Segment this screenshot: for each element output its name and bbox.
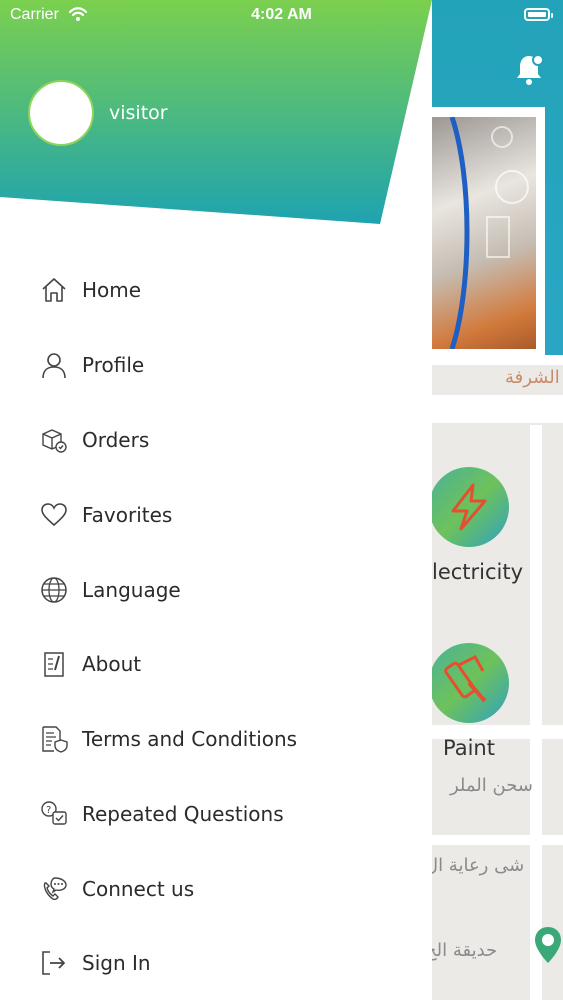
profile-icon bbox=[38, 349, 70, 381]
menu-label: About bbox=[82, 652, 142, 676]
heart-icon bbox=[38, 499, 70, 531]
notification-bell-icon[interactable] bbox=[513, 52, 545, 86]
lightning-icon bbox=[451, 483, 487, 531]
menu-item-repeated-questions[interactable]: ? Repeated Questions bbox=[0, 784, 432, 844]
menu-item-orders[interactable]: Orders bbox=[0, 410, 432, 470]
paint-roller-icon bbox=[444, 655, 487, 703]
menu-label: Profile bbox=[82, 353, 145, 377]
orders-icon bbox=[38, 424, 70, 456]
status-bar: Carrier 4:02 AM bbox=[0, 0, 563, 30]
menu-item-terms[interactable]: Terms and Conditions bbox=[0, 709, 432, 769]
menu-item-profile[interactable]: Profile bbox=[0, 335, 432, 395]
menu-item-home[interactable]: Home bbox=[0, 260, 432, 320]
category-label: Paint bbox=[443, 736, 495, 760]
map-label: الشرفة bbox=[505, 367, 560, 388]
map-label: شى رعاية ال bbox=[425, 855, 525, 876]
category-paint-button[interactable] bbox=[429, 643, 509, 723]
map-label: حديقة الح bbox=[425, 940, 498, 961]
question-chat-icon: ? bbox=[38, 798, 70, 830]
menu-label: Terms and Conditions bbox=[82, 727, 298, 751]
category-electricity-button[interactable] bbox=[429, 467, 509, 547]
status-time: 4:02 AM bbox=[251, 6, 312, 23]
map-label: سحن الملر bbox=[450, 775, 533, 796]
globe-icon bbox=[38, 574, 70, 606]
menu-item-favorites[interactable]: Favorites bbox=[0, 485, 432, 545]
menu-item-about[interactable]: About bbox=[0, 634, 432, 694]
map-pin-icon[interactable] bbox=[533, 925, 563, 965]
document-shield-icon bbox=[38, 723, 70, 755]
battery-icon bbox=[524, 8, 553, 21]
menu-label: Orders bbox=[82, 428, 150, 452]
user-name: visitor bbox=[109, 102, 168, 124]
menu-label: Language bbox=[82, 578, 181, 602]
menu-label: Favorites bbox=[82, 503, 173, 527]
menu-item-connect-us[interactable]: Connect us bbox=[0, 859, 432, 919]
avatar[interactable] bbox=[28, 80, 94, 146]
svg-text:?: ? bbox=[46, 805, 51, 816]
sign-in-icon bbox=[38, 947, 70, 979]
notepad-icon bbox=[38, 648, 70, 680]
menu-item-language[interactable]: Language bbox=[0, 560, 432, 620]
menu-item-sign-in[interactable]: Sign In bbox=[0, 933, 432, 993]
menu-label: Home bbox=[82, 278, 142, 302]
phone-chat-icon bbox=[38, 873, 70, 905]
home-icon bbox=[38, 274, 70, 306]
menu-label: Sign In bbox=[82, 951, 151, 975]
menu-label: Repeated Questions bbox=[82, 802, 284, 826]
banner-image bbox=[432, 117, 536, 349]
side-drawer: visitor Home Profile Orders Favorites La… bbox=[0, 0, 432, 1000]
menu-label: Connect us bbox=[82, 877, 195, 901]
category-label: lectricity bbox=[432, 560, 524, 584]
drawer-header: visitor bbox=[0, 0, 432, 225]
